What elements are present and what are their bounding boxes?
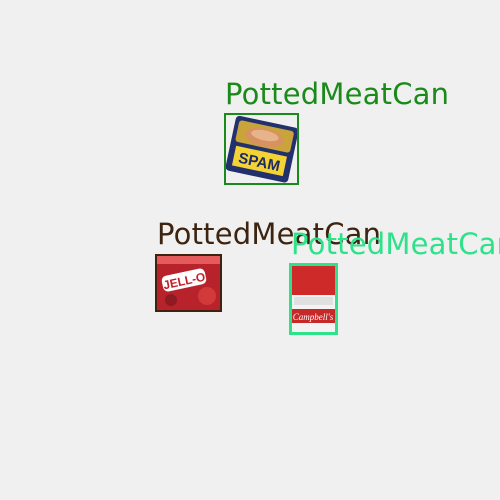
detection-box-3 — [289, 263, 338, 335]
detection-label-3: PottedMeatCan — [291, 227, 500, 261]
detection-label-1: PottedMeatCan — [225, 77, 450, 111]
detection-box-2 — [155, 254, 222, 312]
detection-box-1 — [224, 113, 299, 185]
detection-scene: SPAM PottedMeatCan JELL-O PottedMeatCan … — [0, 0, 500, 500]
